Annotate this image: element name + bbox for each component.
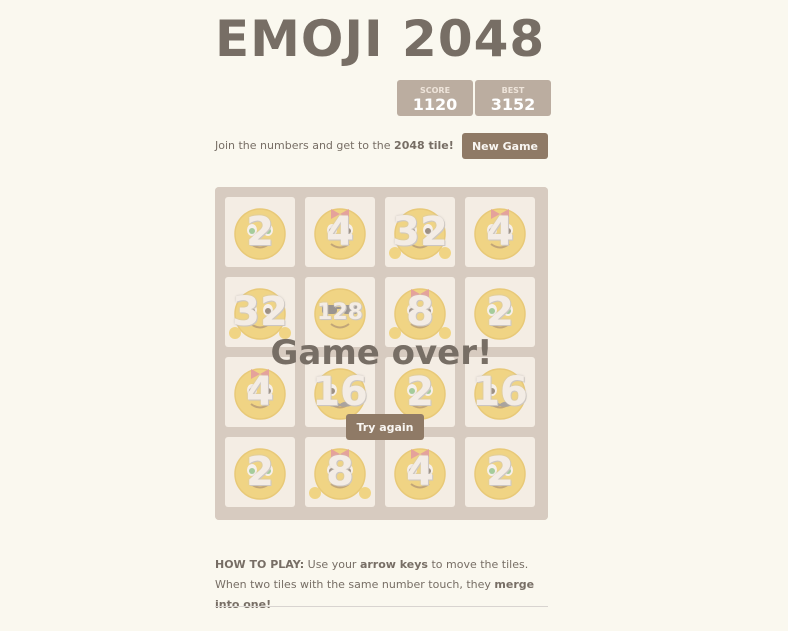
howto-label: HOW TO PLAY: — [215, 558, 305, 571]
best-value: 3152 — [490, 95, 536, 114]
game-board[interactable]: 2432432128824162162842 Game over! Try ag… — [215, 187, 548, 520]
score-value: 1120 — [412, 95, 458, 114]
howto-text-1: Use your — [304, 558, 360, 571]
game-title: EMOJI 2048 — [215, 10, 546, 68]
howto-keys: arrow keys — [359, 558, 428, 571]
intro-goal: 2048 tile! — [394, 139, 454, 152]
try-again-button[interactable]: Try again — [346, 414, 424, 440]
game-intro: Join the numbers and get to the 2048 til… — [215, 138, 454, 154]
game-over-overlay: Game over! Try again — [215, 187, 548, 520]
divider — [215, 606, 548, 607]
score-box: SCORE 1120 — [397, 80, 473, 116]
best-score-box: BEST 3152 — [475, 80, 551, 116]
intro-text: Join the numbers and get to the — [215, 139, 395, 152]
new-game-button[interactable]: New Game — [462, 133, 548, 159]
game-over-message: Game over! — [270, 333, 493, 373]
